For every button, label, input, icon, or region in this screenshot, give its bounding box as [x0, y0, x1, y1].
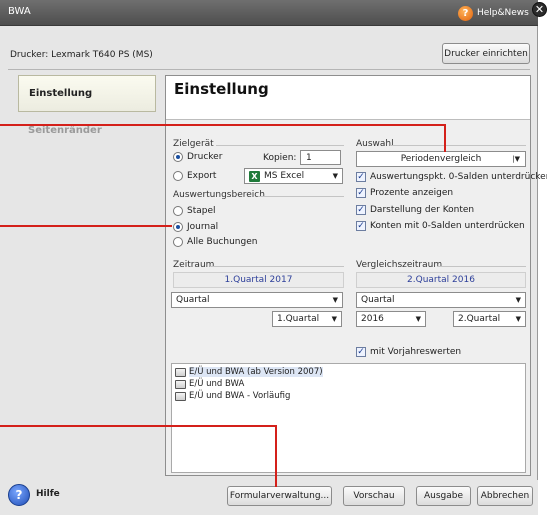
vergleichszeitraum-group-label: Vergleichszeitraum — [356, 260, 443, 270]
radio-indicator — [173, 152, 183, 162]
zielgeraet-group-label: Zielgerät — [173, 139, 214, 149]
group-line — [390, 145, 526, 146]
printer-label: Drucker: Lexmark T640 PS (MS) — [10, 50, 153, 60]
printer-icon — [175, 391, 186, 401]
checkbox-indicator: ✓ — [356, 221, 366, 231]
sidebar-item-seitenraender[interactable]: Seitenränder — [28, 125, 102, 136]
kopien-input[interactable]: 1 — [300, 150, 341, 165]
radio-label: Alle Buchungen — [187, 237, 258, 247]
checkbox-label: Prozente anzeigen — [370, 188, 454, 198]
export-format-select[interactable]: X MS Excel ▼ — [244, 168, 343, 184]
list-item-label: E/Ü und BWA (ab Version 2007) — [189, 367, 323, 377]
help-icon: ? — [458, 5, 473, 21]
vergleichszeitraum-banner: 2.Quartal 2016 — [356, 272, 526, 288]
select-value: 1.Quartal — [277, 314, 320, 324]
printer-icon — [175, 367, 186, 377]
checkbox-indicator: ✓ — [356, 172, 366, 182]
chevron-down-icon: ▼ — [515, 296, 521, 304]
checkbox-label: Konten mit 0-Salden unterdrücken — [370, 221, 525, 231]
callout-line-journal — [0, 225, 172, 227]
radio-indicator — [173, 206, 183, 216]
check-auswertungspkt[interactable]: ✓ Auswertungspkt. 0-Salden unterdrücken — [356, 172, 547, 182]
export-format-value: MS Excel — [264, 171, 305, 181]
select-value: 2016 — [361, 314, 384, 324]
printer-icon — [175, 379, 186, 389]
chevron-down-icon: ▼ — [332, 296, 338, 304]
vergleich-year-select[interactable]: 2016 ▼ — [356, 311, 426, 327]
radio-label: Export — [187, 171, 217, 181]
list-item[interactable]: E/Ü und BWA — [175, 379, 244, 389]
select-value: Quartal — [176, 295, 210, 305]
group-line — [210, 266, 344, 267]
auswahl-group-label: Auswahl — [356, 139, 394, 149]
select-value: Periodenvergleich — [400, 154, 482, 164]
chevron-down-icon: ▼ — [415, 315, 421, 323]
sidebar-item-einstellung[interactable]: Einstellung — [18, 75, 156, 112]
checkbox-indicator: ✓ — [356, 205, 366, 215]
group-line — [216, 145, 344, 146]
select-value: Quartal — [361, 295, 395, 305]
list-item[interactable]: E/Ü und BWA (ab Version 2007) — [175, 367, 323, 377]
checkbox-label: Darstellung der Konten — [370, 205, 475, 215]
abbrechen-button[interactable]: Abbrechen — [477, 486, 533, 506]
radio-label: Drucker — [187, 152, 223, 162]
radio-stapel[interactable]: Stapel — [173, 206, 216, 216]
help-news-button[interactable]: ? Help&News — [458, 4, 529, 22]
check-prozente[interactable]: ✓ Prozente anzeigen — [356, 188, 453, 198]
radio-label: Journal — [187, 222, 219, 232]
radio-indicator — [173, 171, 183, 181]
checkbox-indicator: ✓ — [356, 188, 366, 198]
vergleich-type-select[interactable]: Quartal ▼ — [356, 292, 526, 308]
help-label[interactable]: Hilfe — [36, 489, 60, 499]
checkbox-label: mit Vorjahreswerten — [370, 347, 462, 357]
check-vorjahreswerten[interactable]: ✓ mit Vorjahreswerten — [356, 347, 461, 357]
zeitraum-group-label: Zeitraum — [173, 260, 215, 270]
chevron-down-icon: ▼ — [515, 315, 521, 323]
divider — [8, 69, 530, 70]
ausgabe-button[interactable]: Ausgabe — [416, 486, 471, 506]
select-value: 2.Quartal — [458, 314, 501, 324]
radio-journal[interactable]: Journal — [173, 222, 218, 232]
printer-setup-button[interactable]: Drucker einrichten — [442, 43, 530, 64]
callout-line-formular-down — [275, 425, 277, 487]
window-title: BWA — [8, 6, 31, 17]
checkbox-indicator: ✓ — [356, 347, 366, 357]
radio-export[interactable]: Export — [173, 171, 216, 181]
list-item-label: E/Ü und BWA — [189, 379, 245, 389]
vergleich-value-select[interactable]: 2.Quartal ▼ — [453, 311, 526, 327]
help-circle-icon[interactable]: ? — [8, 484, 30, 506]
callout-line-auswahl-down — [444, 124, 446, 152]
kopien-label: Kopien: — [263, 153, 297, 163]
list-item-label: E/Ü und BWA - Vorläufig — [189, 391, 291, 401]
auswahl-mode-select[interactable]: Periodenvergleich |▼ — [356, 151, 526, 167]
list-item[interactable]: E/Ü und BWA - Vorläufig — [175, 391, 290, 401]
zeitraum-value-select[interactable]: 1.Quartal ▼ — [272, 311, 342, 327]
radio-alle-buchungen[interactable]: Alle Buchungen — [173, 237, 257, 247]
page-title: Einstellung — [174, 80, 269, 98]
chevron-down-icon: ▼ — [332, 172, 338, 180]
excel-icon: X — [249, 170, 260, 182]
check-darstellung[interactable]: ✓ Darstellung der Konten — [356, 205, 474, 215]
help-news-label: Help&News — [477, 8, 529, 18]
zeitraum-banner: 1.Quartal 2017 — [173, 272, 344, 288]
radio-indicator — [173, 222, 183, 232]
close-button[interactable]: ✕ — [532, 2, 547, 17]
auswertungsbereich-group-label: Auswertungsbereich — [173, 190, 265, 200]
vorschau-button[interactable]: Vorschau — [343, 486, 405, 506]
radio-drucker[interactable]: Drucker — [173, 152, 222, 162]
close-icon: ✕ — [534, 3, 545, 16]
callout-line-auswahl — [0, 124, 446, 126]
chevron-down-icon: ▼ — [331, 315, 337, 323]
callout-line-formular — [0, 425, 277, 427]
group-line — [258, 196, 344, 197]
group-line — [437, 266, 526, 267]
checkbox-label: Auswertungspkt. 0-Salden unterdrücken — [370, 172, 547, 182]
chevron-down-icon: |▼ — [512, 155, 520, 163]
formularverwaltung-button[interactable]: Formularverwaltung... — [227, 486, 332, 506]
zeitraum-type-select[interactable]: Quartal ▼ — [171, 292, 343, 308]
radio-indicator — [173, 237, 183, 247]
radio-label: Stapel — [187, 206, 216, 216]
check-konten-0[interactable]: ✓ Konten mit 0-Salden unterdrücken — [356, 221, 525, 231]
